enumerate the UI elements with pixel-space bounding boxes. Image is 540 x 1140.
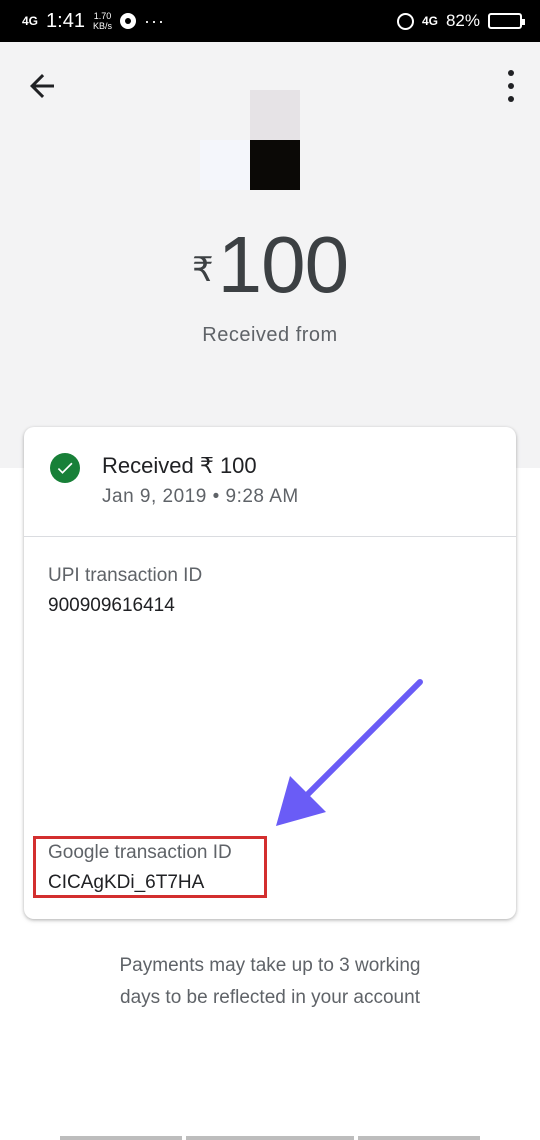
system-nav-bar: [60, 1136, 480, 1140]
network-speed: 1.70 KB/s: [93, 11, 112, 31]
upi-transaction-id-label: UPI transaction ID: [48, 565, 203, 586]
processing-note: Payments may take up to 3 working days t…: [0, 950, 540, 1014]
status-bar-left: 4G 1:41 1.70 KB/s ···: [22, 11, 165, 32]
amount-value: 100: [217, 220, 349, 309]
transaction-details-card: Received ₹ 100 Jan 9, 2019 • 9:28 AM UPI…: [24, 427, 516, 919]
status-bar-right: 4G 82%: [396, 11, 525, 31]
amount: ₹ 100: [0, 220, 540, 310]
dot-icon: [508, 70, 514, 76]
dot-icon: [508, 83, 514, 89]
sender-avatar: [200, 90, 300, 190]
dot-icon: [508, 96, 514, 102]
status-date: Jan 9, 2019 • 9:28 AM: [102, 486, 299, 507]
google-transaction-id-value[interactable]: CICAgKDi_6T7HA: [48, 872, 204, 894]
more-notifications: ···: [143, 10, 165, 31]
annotation-arrow-icon: [276, 679, 423, 826]
avatar-block: [200, 140, 250, 190]
google-transaction-id-label: Google transaction ID: [48, 842, 232, 863]
nav-segment: [358, 1136, 480, 1140]
network-indicator: 4G: [22, 14, 39, 28]
network-speed-unit: KB/s: [92, 21, 112, 31]
arrow-left-icon: [30, 74, 54, 98]
network-indicator-right: 4G: [421, 14, 438, 28]
status-bar: 4G 1:41 1.70 KB/s ··· 4G 82%: [0, 0, 540, 42]
transaction-status: Received ₹ 100 Jan 9, 2019 • 9:28 AM: [24, 427, 516, 537]
more-options-button[interactable]: [504, 70, 518, 102]
check-circle-icon: [50, 453, 80, 483]
processing-note-line: Payments may take up to 3 working: [119, 955, 421, 976]
avatar-block: [250, 140, 300, 190]
processing-note-line: days to be reflected in your account: [120, 987, 420, 1008]
check-icon: [57, 462, 73, 474]
nav-segment: [60, 1136, 182, 1140]
upi-transaction-id-value[interactable]: 900909616414: [48, 595, 175, 617]
avatar-block: [250, 90, 300, 140]
battery-percent: 82%: [445, 11, 480, 30]
clock: 1:41: [46, 10, 85, 32]
alarm-icon: [396, 12, 414, 30]
network-speed-value: 1.70: [93, 11, 112, 21]
received-from-label: Received from: [202, 324, 338, 346]
status-title: Received ₹ 100: [102, 453, 257, 478]
transaction-header: ₹ 100 Received from: [0, 42, 540, 468]
nav-segment: [186, 1136, 354, 1140]
currency-symbol: ₹: [191, 251, 214, 289]
back-button[interactable]: [24, 68, 60, 104]
chrome-icon: [119, 13, 136, 29]
battery-icon: [488, 13, 525, 29]
